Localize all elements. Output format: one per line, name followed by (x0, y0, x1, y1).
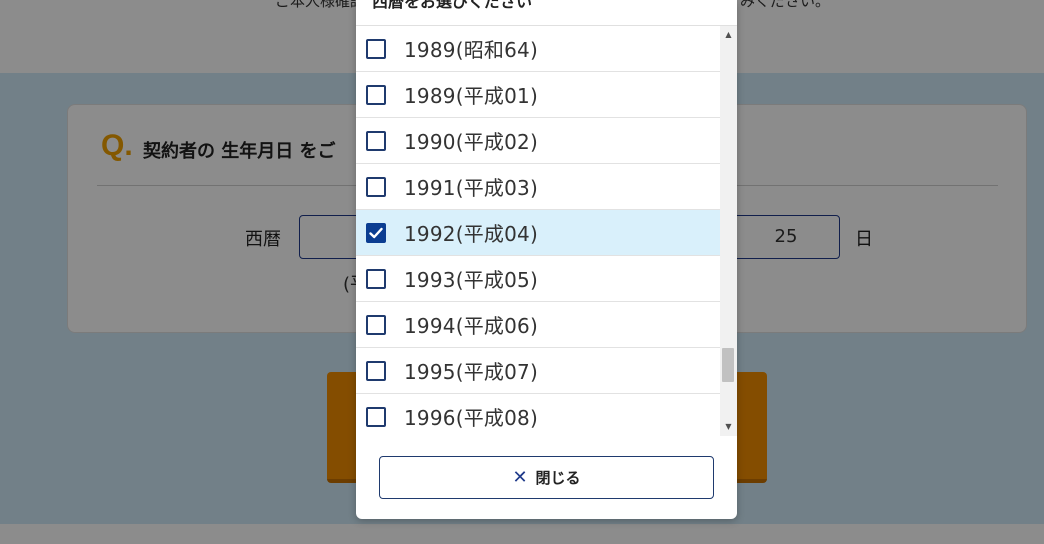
year-option-label: 1989(昭和64) (404, 38, 538, 62)
year-option-label: 1990(平成02) (404, 130, 538, 154)
year-option-label: 1995(平成07) (404, 360, 538, 384)
checkbox-icon[interactable] (366, 130, 386, 151)
year-option-label: 1989(平成01) (404, 84, 538, 108)
scrollbar[interactable]: ▲ ▼ (720, 26, 737, 436)
year-option-label: 1992(平成04) (404, 222, 538, 246)
year-option[interactable]: 1990(平成02) (356, 118, 720, 164)
checkbox-icon[interactable] (366, 360, 386, 381)
year-option[interactable]: 1996(平成08) (356, 394, 720, 436)
checkbox-icon[interactable] (366, 84, 386, 105)
checkbox-icon[interactable] (366, 176, 386, 197)
year-option[interactable]: 1991(平成03) (356, 164, 720, 210)
close-x-icon: ✕ (512, 466, 528, 488)
close-button[interactable]: ✕ 閉じる (379, 456, 714, 499)
checkbox-checked-icon[interactable] (366, 222, 386, 243)
scroll-down-arrow-icon[interactable]: ▼ (720, 420, 737, 434)
year-option[interactable]: 1989(平成01) (356, 72, 720, 118)
year-option-label: 1993(平成05) (404, 268, 538, 292)
year-list-viewport[interactable]: 1989(昭和64) 1989(平成01) 1990(平成02) 1991(平成03)… (356, 26, 737, 436)
year-picker-modal: 西暦をお選びください 1989(昭和64) 1989(平成01) 1990(平成02… (356, 0, 737, 519)
year-option[interactable]: 1995(平成07) (356, 348, 720, 394)
checkbox-icon[interactable] (366, 314, 386, 335)
year-option[interactable]: 1993(平成05) (356, 256, 720, 302)
checkbox-icon[interactable] (366, 268, 386, 289)
checkbox-icon[interactable] (366, 38, 386, 59)
year-option-label: 1996(平成08) (404, 406, 538, 430)
year-option-label: 1991(平成03) (404, 176, 538, 200)
year-list: 1989(昭和64) 1989(平成01) 1990(平成02) 1991(平成03)… (356, 26, 720, 436)
year-option[interactable]: 1989(昭和64) (356, 26, 720, 72)
checkbox-icon[interactable] (366, 406, 386, 427)
year-option[interactable]: 1992(平成04) (356, 210, 720, 256)
scroll-thumb[interactable] (722, 348, 734, 382)
year-option-label: 1994(平成06) (404, 314, 538, 338)
modal-title: 西暦をお選びください (372, 0, 533, 11)
close-button-label: 閉じる (535, 469, 581, 487)
scroll-up-arrow-icon[interactable]: ▲ (720, 28, 737, 42)
year-option[interactable]: 1994(平成06) (356, 302, 720, 348)
